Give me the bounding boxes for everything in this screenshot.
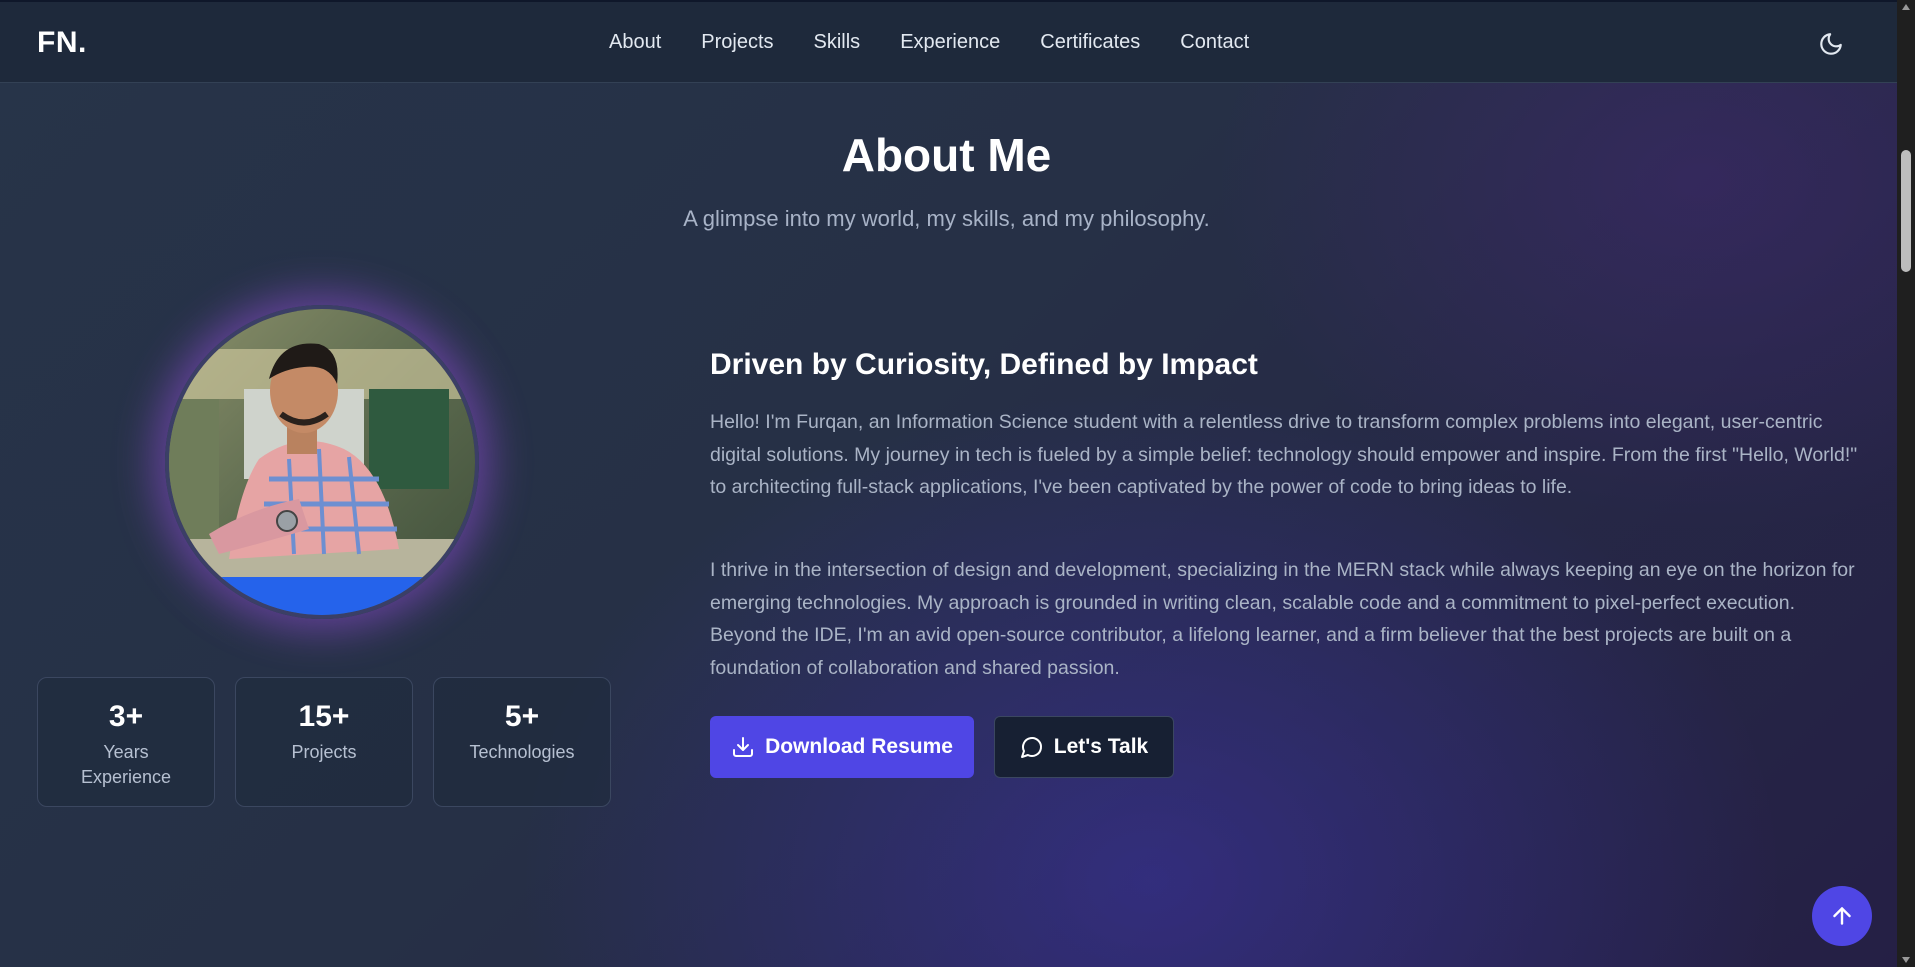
scrollbar[interactable] — [1897, 0, 1915, 967]
moon-icon[interactable] — [1818, 31, 1844, 57]
logo[interactable]: FN. — [37, 26, 87, 60]
stat-value: 5+ — [504, 700, 540, 733]
stat-card-technologies: 5+ Technologies — [433, 677, 611, 807]
nav-link-about[interactable]: About — [609, 31, 661, 54]
arrow-up-icon — [1833, 907, 1851, 925]
lets-talk-label: Let's Talk — [1053, 735, 1149, 758]
stat-value: 3+ — [108, 700, 144, 733]
download-icon — [731, 735, 755, 759]
nav-link-experience[interactable]: Experience — [900, 31, 1000, 54]
stat-card-projects: 15+ Projects — [235, 677, 413, 807]
stat-value: 15+ — [298, 700, 350, 733]
section-subtitle: A glimpse into my world, my skills, and … — [683, 206, 1210, 231]
scroll-up-arrow-icon[interactable] — [1902, 4, 1910, 10]
lets-talk-button[interactable]: Let's Talk — [994, 716, 1174, 778]
scroll-down-arrow-icon[interactable] — [1902, 957, 1910, 963]
profile-photo — [165, 305, 479, 619]
stat-label: Projects — [291, 742, 357, 762]
stat-card-experience: 3+ Years Experience — [37, 677, 215, 807]
nav-links: About Projects Skills Experience Certifi… — [609, 31, 1289, 54]
scrollbar-thumb[interactable] — [1901, 150, 1911, 272]
about-paragraph-1: Hello! I'm Furqan, an Information Scienc… — [710, 411, 1858, 498]
about-headline: Driven by Curiosity, Defined by Impact — [710, 348, 1258, 381]
nav-link-contact[interactable]: Contact — [1180, 31, 1249, 54]
stat-label: Years Experience — [80, 742, 172, 787]
section-title: About Me — [841, 129, 1052, 181]
nav-link-certificates[interactable]: Certificates — [1040, 31, 1140, 54]
message-circle-icon — [1020, 735, 1044, 759]
nav-link-projects[interactable]: Projects — [701, 31, 773, 54]
about-paragraph-2: I thrive in the intersection of design a… — [710, 559, 1855, 679]
back-to-top-button[interactable] — [1812, 886, 1872, 946]
nav-link-skills[interactable]: Skills — [814, 31, 861, 54]
navbar: FN. About Projects Skills Experience Cer… — [0, 0, 1897, 83]
download-resume-label: Download Resume — [765, 735, 953, 758]
stat-label: Technologies — [469, 742, 575, 762]
download-resume-button[interactable]: Download Resume — [710, 716, 974, 778]
